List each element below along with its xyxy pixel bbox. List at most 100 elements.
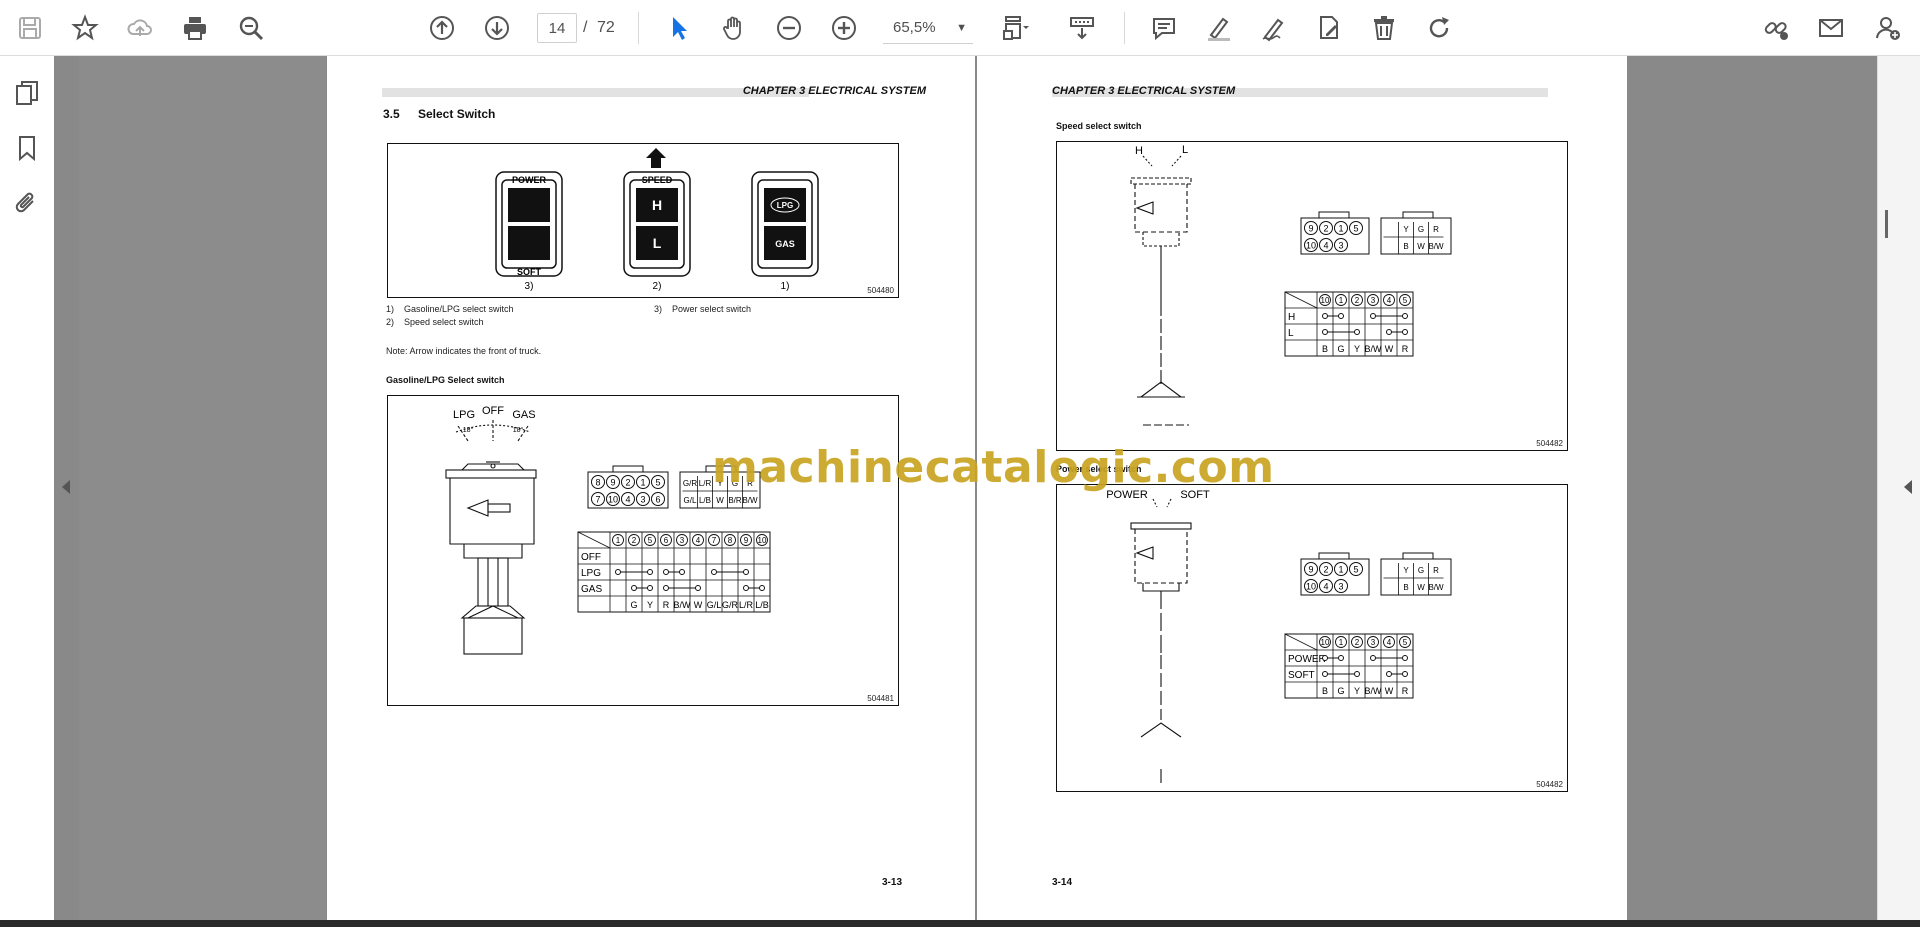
table-wire-color: Y bbox=[1354, 686, 1360, 696]
viewer-gutter bbox=[79, 56, 326, 922]
page-down-icon[interactable] bbox=[479, 10, 515, 46]
wire-color-label: B/W bbox=[1428, 242, 1444, 251]
pin-number: 3 bbox=[1338, 582, 1343, 592]
continuity-node bbox=[1338, 655, 1344, 661]
link-icon[interactable] bbox=[1758, 10, 1794, 46]
table-row-label: GAS bbox=[581, 584, 602, 595]
pin-number: 1 bbox=[640, 478, 645, 488]
table-column-header: 5 bbox=[1403, 638, 1408, 647]
zoom-select[interactable]: 65,5% ▼ bbox=[883, 13, 973, 44]
edit-pdf-icon[interactable] bbox=[1311, 10, 1347, 46]
continuity-node bbox=[647, 569, 653, 575]
figure-id: 504480 bbox=[867, 286, 894, 295]
highlight-icon[interactable] bbox=[1201, 10, 1237, 46]
attachment-icon[interactable] bbox=[10, 186, 44, 220]
pages-icon[interactable] bbox=[10, 76, 44, 110]
legend-num: 3) bbox=[654, 304, 663, 314]
continuity-node bbox=[631, 585, 637, 591]
power-connector-wires: Y G R B W B/W bbox=[1383, 563, 1444, 595]
expand-right-icon[interactable] bbox=[1904, 480, 1912, 494]
speed-connector-pins: 9 2 1 5 10 4 3 bbox=[1304, 221, 1363, 252]
legend-text: Power select switch bbox=[672, 304, 752, 314]
email-icon[interactable] bbox=[1813, 10, 1849, 46]
speed-switch-number: 2) bbox=[653, 281, 662, 292]
scroll-mode-icon[interactable] bbox=[1064, 10, 1100, 46]
table-wire-color: Y bbox=[1354, 344, 1360, 354]
left-sidebar bbox=[0, 56, 55, 922]
hand-icon[interactable] bbox=[716, 10, 752, 46]
zoom-in-icon[interactable] bbox=[826, 10, 862, 46]
table-column-header: 3 bbox=[1371, 638, 1376, 647]
continuity-node bbox=[615, 569, 621, 575]
power-switch-drawing: POWER SOFT 92151043 YGRBWB/W 10 bbox=[1106, 489, 1452, 783]
page-number: 3-14 bbox=[1052, 877, 1073, 888]
wire-color-label: R bbox=[1433, 225, 1439, 234]
table-wire-color: G/L bbox=[707, 600, 722, 610]
table-wire-color: B bbox=[1322, 686, 1328, 696]
off-pos-label: OFF bbox=[482, 405, 504, 417]
scrollbar-thumb[interactable] bbox=[1885, 210, 1888, 238]
figure-id: 504481 bbox=[867, 694, 894, 703]
page-up-icon[interactable] bbox=[424, 10, 460, 46]
table-wire-color: Y bbox=[647, 600, 653, 610]
continuity-node bbox=[711, 569, 717, 575]
wire-color-label: W bbox=[1417, 242, 1425, 251]
chapter-heading: CHAPTER 3 ELECTRICAL SYSTEM bbox=[742, 85, 926, 97]
zoom-search-icon[interactable] bbox=[233, 10, 269, 46]
table-column-header: 9 bbox=[744, 536, 749, 545]
pin-number: 9 bbox=[1308, 224, 1313, 234]
pin-number: 8 bbox=[595, 478, 600, 488]
continuity-node bbox=[1338, 313, 1344, 319]
pin-number: 4 bbox=[625, 495, 630, 505]
zoom-out-icon[interactable] bbox=[771, 10, 807, 46]
continuity-node bbox=[743, 585, 749, 591]
cursor-icon[interactable] bbox=[661, 10, 697, 46]
table-wire-color: B/W bbox=[674, 600, 692, 610]
comment-icon[interactable] bbox=[1146, 10, 1182, 46]
legend-num: 1) bbox=[386, 304, 395, 314]
bookmark-icon[interactable] bbox=[10, 131, 44, 165]
rotate-icon[interactable] bbox=[1421, 10, 1457, 46]
pin-number: 9 bbox=[610, 478, 615, 488]
table-wire-color: G/R bbox=[722, 600, 739, 610]
gas-pos-label: GAS bbox=[512, 409, 535, 421]
collapse-left-icon[interactable] bbox=[62, 480, 70, 494]
pin-number: 3 bbox=[1338, 241, 1343, 251]
page-total: 72 bbox=[597, 19, 615, 36]
table-column-header: 4 bbox=[696, 536, 701, 545]
continuity-node bbox=[647, 585, 653, 591]
power-switch-top-label: POWER bbox=[512, 175, 547, 185]
sign-icon[interactable] bbox=[1256, 10, 1292, 46]
wire-color-label: L/B bbox=[699, 496, 711, 505]
speed-continuity-table: 10 1 2 3 4 5 HL B G Y B/W W R bbox=[1284, 291, 1414, 357]
table-column-header: 1 bbox=[1339, 638, 1344, 647]
main-toolbar: 14 / 72 65,5% ▼ bbox=[0, 0, 1920, 56]
cloud-upload-icon[interactable] bbox=[122, 10, 158, 46]
continuity-node bbox=[695, 585, 701, 591]
continuity-node bbox=[1402, 655, 1408, 661]
fit-page-icon[interactable] bbox=[997, 10, 1033, 46]
table-row-label: POWER bbox=[1288, 654, 1326, 665]
continuity-node bbox=[1322, 655, 1328, 661]
table-wire-color: R bbox=[1402, 344, 1409, 354]
delete-icon[interactable] bbox=[1366, 10, 1402, 46]
toolbar-divider bbox=[1124, 12, 1125, 44]
save-icon[interactable] bbox=[12, 10, 48, 46]
print-icon[interactable] bbox=[177, 10, 213, 46]
continuity-node bbox=[663, 569, 669, 575]
watermark-text: machinecatalogic.com bbox=[712, 442, 1275, 493]
table-column-header: 6 bbox=[664, 536, 669, 545]
table-diagonal bbox=[1284, 291, 1318, 309]
gas-label: GAS bbox=[775, 239, 795, 249]
table-column-header: 10 bbox=[1321, 296, 1330, 305]
taskbar-edge bbox=[0, 920, 1920, 927]
speed-switch-drawing: H L 9 2 1 510 4 3 Y G RB W B/W 10 1 2 3 … bbox=[1130, 144, 1452, 426]
continuity-node bbox=[1386, 671, 1392, 677]
add-user-icon[interactable] bbox=[1870, 10, 1906, 46]
lpg-pos-label: LPG bbox=[453, 409, 475, 421]
star-icon[interactable] bbox=[67, 10, 103, 46]
page-number-input[interactable]: 14 bbox=[537, 13, 577, 43]
speed-connector-wires: Y G R B W B/W bbox=[1383, 222, 1444, 254]
pin-number: 1 bbox=[1338, 224, 1343, 234]
table-row-label: L bbox=[1288, 328, 1294, 339]
